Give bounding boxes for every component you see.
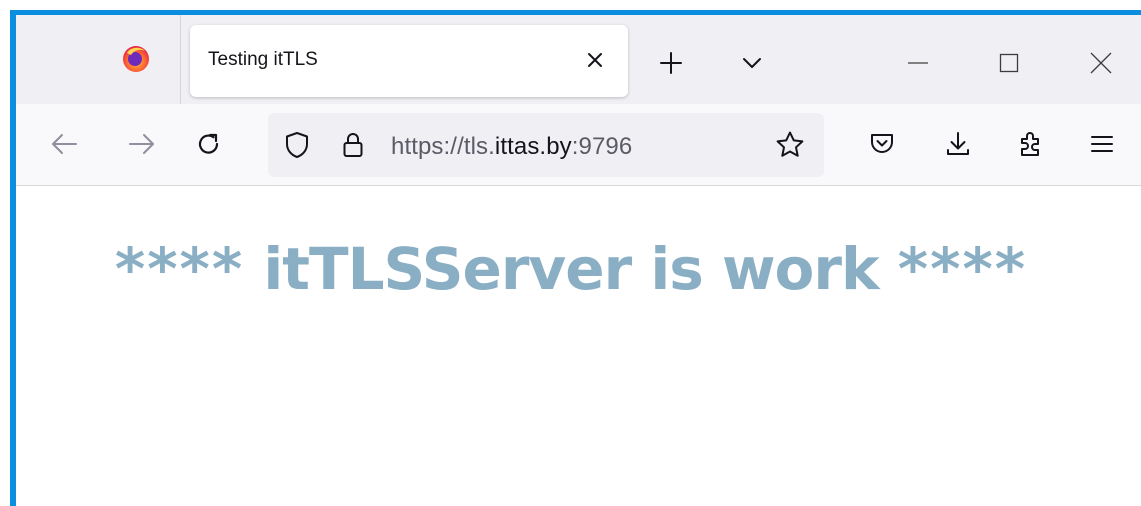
hamburger-icon[interactable]: [1082, 124, 1122, 164]
tab-active[interactable]: Testing itTLS: [190, 25, 628, 97]
screen-edge-top: [0, 0, 1141, 10]
tab-separator: [180, 15, 181, 104]
pocket-icon[interactable]: [862, 124, 902, 164]
minimize-icon[interactable]: [898, 45, 938, 81]
headline-stars-left: ****: [114, 235, 245, 303]
star-icon[interactable]: [774, 129, 806, 161]
chevron-down-icon[interactable]: [732, 45, 772, 81]
navigation-toolbar: https://tls.ittas.by:9796: [16, 104, 1141, 186]
close-window-icon[interactable]: [1081, 45, 1121, 81]
url-bar[interactable]: https://tls.ittas.by:9796: [268, 113, 824, 177]
close-icon[interactable]: [580, 45, 610, 75]
reload-icon[interactable]: [189, 124, 229, 164]
page-content: **** itTLSServer is work ****: [16, 187, 1141, 506]
arrow-right-icon[interactable]: [122, 124, 162, 164]
puzzle-icon[interactable]: [1011, 124, 1051, 164]
page-headline: **** itTLSServer is work ****: [16, 235, 1126, 303]
download-icon[interactable]: [938, 124, 978, 164]
shield-icon[interactable]: [282, 130, 312, 160]
headline-stars-right: ****: [897, 235, 1028, 303]
url-text[interactable]: https://tls.ittas.by:9796: [391, 133, 632, 161]
browser-window: Testing itTLS https://tls.ittas.by:9796 …: [16, 15, 1141, 506]
url-host: ittas.by: [494, 133, 572, 160]
tab-strip: Testing itTLS: [16, 15, 1141, 104]
lock-icon[interactable]: [338, 129, 368, 161]
plus-icon[interactable]: [651, 45, 691, 81]
screen-edge-left: [0, 0, 10, 506]
firefox-logo-icon[interactable]: [120, 43, 152, 75]
url-port: :9796: [571, 133, 633, 160]
arrow-left-icon[interactable]: [44, 124, 84, 164]
url-prefix: https://tls.: [391, 133, 495, 160]
tab-title: Testing itTLS: [208, 49, 318, 70]
headline-text: itTLSServer is work: [263, 235, 879, 303]
maximize-icon[interactable]: [989, 45, 1029, 81]
